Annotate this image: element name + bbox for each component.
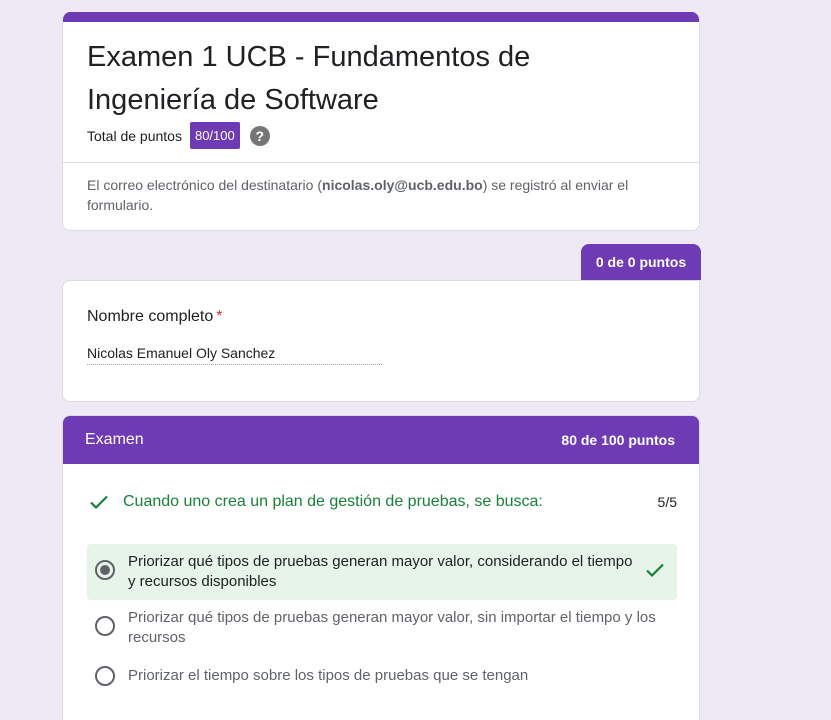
option-item[interactable]: Priorizar el tiempo sobre los tipos de p… bbox=[87, 658, 677, 694]
question-text: Cuando uno crea un plan de gestión de pr… bbox=[123, 493, 543, 510]
radio-unchecked-icon[interactable] bbox=[95, 666, 115, 686]
total-points-badge: 80/100 bbox=[189, 122, 240, 149]
exam-section-card: Examen 80 de 100 puntos Cuando uno crea … bbox=[62, 415, 700, 720]
required-asterisk: * bbox=[216, 308, 223, 325]
name-answer: Nicolas Emanuel Oly Sanchez bbox=[87, 345, 382, 365]
help-icon[interactable]: ? bbox=[249, 125, 270, 146]
total-points-label: Total de puntos bbox=[87, 127, 182, 144]
option-label: Priorizar qué tipos de pruebas generan m… bbox=[128, 553, 633, 590]
accent-bar bbox=[63, 12, 699, 22]
question-header: Cuando uno crea un plan de gestión de pr… bbox=[87, 490, 677, 514]
name-question-card: Nombre completo * Nicolas Emanuel Oly San… bbox=[62, 280, 700, 402]
section-points-tab: 0 de 0 puntos bbox=[581, 244, 701, 280]
email-note: El correo electrónico del destinatario (… bbox=[87, 175, 657, 215]
recipient-email: nicolas.oly@ucb.edu.bo bbox=[322, 177, 483, 193]
option-item[interactable]: Priorizar qué tipos de pruebas generan m… bbox=[87, 600, 677, 656]
total-points-row: Total de puntos 80/100 ? bbox=[87, 122, 270, 149]
form-title: Examen 1 UCB - Fundamentos de Ingeniería… bbox=[87, 41, 531, 116]
exam-section-header: Examen 80 de 100 puntos bbox=[63, 416, 699, 464]
exam-section-points: 80 de 100 puntos bbox=[561, 432, 675, 448]
check-icon bbox=[646, 563, 664, 578]
option-label: Priorizar el tiempo sobre los tipos de p… bbox=[128, 667, 529, 684]
radio-unchecked-icon[interactable] bbox=[95, 616, 115, 636]
option-correct-selected[interactable]: Priorizar qué tipos de pruebas generan m… bbox=[87, 544, 677, 600]
question-label: Nombre completo * bbox=[87, 308, 223, 326]
radio-checked-icon[interactable] bbox=[95, 560, 115, 580]
name-question-label: Nombre completo bbox=[87, 308, 214, 325]
option-label: Priorizar qué tipos de pruebas generan m… bbox=[128, 609, 656, 646]
exam-section-title: Examen bbox=[85, 431, 144, 448]
form-header-card: Examen 1 UCB - Fundamentos de Ingeniería… bbox=[62, 12, 700, 231]
email-note-prefix: El correo electrónico del destinatario ( bbox=[87, 177, 323, 193]
check-icon bbox=[90, 495, 108, 510]
question-score: 5/5 bbox=[657, 494, 677, 510]
divider bbox=[63, 162, 699, 163]
